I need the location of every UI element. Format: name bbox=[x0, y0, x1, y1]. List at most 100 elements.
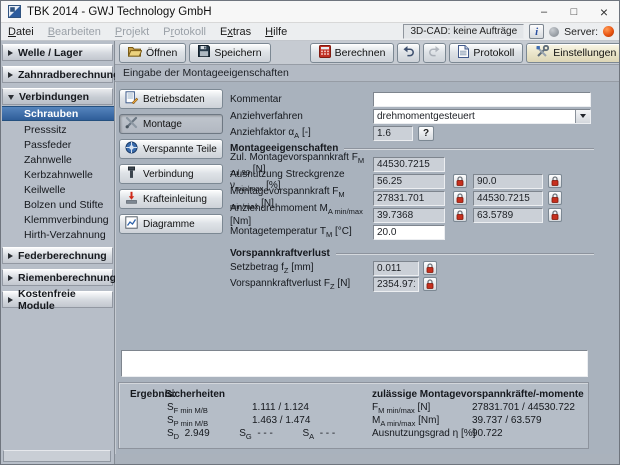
ausnutzung-max-input[interactable] bbox=[473, 173, 543, 189]
minimize-button[interactable]: – bbox=[529, 1, 559, 22]
clamped-parts-icon bbox=[125, 141, 138, 157]
vorspannkraftverlust-label: Vorspannkraftverlust FZ [N] bbox=[230, 277, 351, 291]
nav-betriebsdaten-button[interactable]: Betriebsdaten bbox=[119, 89, 223, 109]
undo-button[interactable] bbox=[397, 42, 421, 63]
nav-verspannte-teile-button[interactable]: Verspannte Teile bbox=[119, 139, 223, 159]
anziehfaktor-label: Anziehfaktor αA [-] bbox=[230, 126, 311, 140]
sidebar-group-zahnradberechnung[interactable]: Zahnradberechnung bbox=[2, 66, 120, 83]
lock-button[interactable] bbox=[423, 277, 437, 291]
tools-icon bbox=[535, 44, 550, 60]
nav-krafteinleitung-button[interactable]: Krafteinleitung bbox=[119, 189, 223, 209]
settings-button[interactable]: Einstellungen bbox=[526, 42, 619, 63]
calculate-button[interactable]: Berechnen bbox=[309, 42, 395, 63]
sidebar-item-presssitz[interactable]: Presssitz bbox=[2, 122, 114, 137]
sidebar-group-federberechnung[interactable]: Federberechnung bbox=[2, 247, 113, 264]
lock-button[interactable] bbox=[548, 208, 562, 222]
nav-diagramme-button[interactable]: Diagramme bbox=[119, 214, 223, 234]
titlebar: TBK 2014 - GWJ Technology GmbH – □ × bbox=[1, 1, 619, 23]
montagevorspannkraft-max-input[interactable] bbox=[473, 190, 543, 206]
zul-montagevorspannkraft-input[interactable] bbox=[373, 156, 445, 172]
crossed-tools-icon bbox=[125, 116, 138, 132]
server-status-dot bbox=[603, 26, 614, 37]
save-button[interactable]: Speichern bbox=[189, 42, 271, 63]
redo-button[interactable] bbox=[423, 42, 447, 63]
anziehfaktor-input[interactable] bbox=[373, 125, 413, 141]
montagetemperatur-row: Montagetemperatur TM [°C] bbox=[230, 224, 594, 240]
vorspannkraftverlust-input[interactable] bbox=[373, 276, 419, 292]
protocol-button[interactable]: Protokoll bbox=[449, 42, 524, 63]
section-vorspannkraftverlust: Vorspannkraftverlust bbox=[230, 247, 594, 259]
open-button[interactable]: Öffnen bbox=[119, 42, 187, 63]
sidebar: Welle / Lager Zahnradberechnung Verbindu… bbox=[1, 41, 120, 464]
sidebar-item-bolzen-und-stifte[interactable]: Bolzen und Stifte bbox=[2, 197, 114, 212]
zulaessig-row: FM min/max [N] 27831.701 / 44530.722 bbox=[372, 402, 575, 415]
chevron-down-icon bbox=[8, 95, 14, 100]
menu-item-bearbeiten[interactable]: Bearbeiten bbox=[41, 23, 108, 40]
lock-button[interactable] bbox=[548, 191, 562, 205]
sidebar-group-verbindungen[interactable]: Verbindungen bbox=[2, 88, 113, 105]
sidebar-item-klemmverbindung[interactable]: Klemmverbindung bbox=[2, 212, 114, 227]
section-divider bbox=[344, 147, 594, 149]
sidebar-item-hirth-verzahnung[interactable]: Hirth-Verzahnung bbox=[2, 227, 114, 242]
sidebar-item-zahnwelle[interactable]: Zahnwelle bbox=[2, 152, 114, 167]
menu-item-datei[interactable]: Datei bbox=[1, 23, 41, 40]
lock-button[interactable] bbox=[453, 191, 467, 205]
toolbar: Öffnen Speichern Berechnen Protokoll Ein… bbox=[115, 41, 619, 65]
kommentar-row: Kommentar bbox=[230, 91, 594, 107]
redo-arrow-icon bbox=[428, 45, 441, 60]
maximize-button[interactable]: □ bbox=[559, 1, 589, 22]
kommentar-label: Kommentar bbox=[230, 93, 282, 105]
force-arrow-icon bbox=[125, 191, 138, 207]
menu-item-hilfe[interactable]: Hilfe bbox=[258, 23, 294, 40]
anziehverfahren-row: Anziehverfahren drehmomentgesteuert bbox=[230, 108, 594, 124]
info-button[interactable]: i bbox=[529, 24, 545, 39]
sidebar-item-schrauben[interactable]: Schrauben bbox=[2, 106, 114, 121]
app-logo-icon bbox=[8, 5, 21, 18]
nav-verbindung-button[interactable]: Verbindung bbox=[119, 164, 223, 184]
montagetemperatur-input[interactable] bbox=[373, 224, 445, 240]
nav-montage-button[interactable]: Montage bbox=[119, 114, 223, 134]
anziehdrehmoment-min-input[interactable] bbox=[373, 207, 445, 223]
safety-row: SF min M/B 1.111 / 1.124 bbox=[167, 402, 309, 415]
menu-item-projekt[interactable]: Projekt bbox=[108, 23, 156, 40]
sidebar-group-welle-lager[interactable]: Welle / Lager bbox=[2, 44, 113, 61]
document-icon bbox=[458, 44, 470, 61]
sidebar-item-passfeder[interactable]: Passfeder bbox=[2, 137, 114, 152]
lock-button[interactable] bbox=[548, 174, 562, 188]
lock-button[interactable] bbox=[423, 261, 437, 275]
setzbetrag-input[interactable] bbox=[373, 260, 419, 276]
montagetemperatur-label: Montagetemperatur TM [°C] bbox=[230, 225, 352, 239]
setzbetrag-row: Setzbetrag fZ [mm] bbox=[230, 260, 594, 276]
lock-button[interactable] bbox=[453, 174, 467, 188]
folder-open-icon bbox=[127, 46, 143, 60]
sidebar-group-kostenfreie-module[interactable]: Kostenfreie Module bbox=[2, 288, 113, 312]
anziehdrehmoment-max-input[interactable] bbox=[473, 207, 543, 223]
sidebar-item-keilwelle[interactable]: Keilwelle bbox=[2, 182, 114, 197]
cad-indicator-dot bbox=[549, 26, 560, 37]
chevron-down-icon[interactable] bbox=[575, 109, 590, 123]
help-question-button[interactable]: ? bbox=[418, 125, 434, 141]
lock-button[interactable] bbox=[453, 208, 467, 222]
sidebar-item-kerbzahnwelle[interactable]: Kerbzahnwelle bbox=[2, 167, 114, 182]
safety-inline-row: SD 2.949 SG - - - SA - - - bbox=[167, 428, 336, 441]
calculator-icon bbox=[318, 44, 331, 61]
kommentar-input[interactable] bbox=[373, 91, 591, 107]
message-area bbox=[121, 350, 588, 377]
anziehverfahren-label: Anziehverfahren bbox=[230, 110, 303, 122]
menu-item-protokoll[interactable]: Pr otokoll bbox=[156, 23, 213, 40]
anziehverfahren-select[interactable]: drehmomentgesteuert bbox=[373, 108, 591, 124]
chevron-right-icon bbox=[8, 296, 13, 303]
sidebar-group-riemenberechnung[interactable]: Riemenberechnung bbox=[2, 269, 116, 286]
montagevorspannkraft-min-input[interactable] bbox=[373, 190, 445, 206]
floppy-disk-icon bbox=[198, 45, 211, 60]
chevron-right-icon bbox=[8, 274, 13, 281]
zulaessig-row: Ausnutzungsgrad η [%]90.722 bbox=[372, 428, 503, 439]
sicherheiten-title: Sicherheiten bbox=[165, 389, 226, 400]
ausnutzung-min-input[interactable] bbox=[373, 173, 445, 189]
vorspannkraftverlust-row: Vorspannkraftverlust FZ [N] bbox=[230, 276, 594, 292]
document-pencil-icon bbox=[125, 91, 139, 107]
app-window: TBK 2014 - GWJ Technology GmbH – □ × Dat… bbox=[0, 0, 620, 465]
close-button[interactable]: × bbox=[589, 1, 619, 22]
menu-item-extras[interactable]: Ex tras bbox=[213, 23, 258, 40]
server-label: Server: bbox=[564, 25, 598, 38]
